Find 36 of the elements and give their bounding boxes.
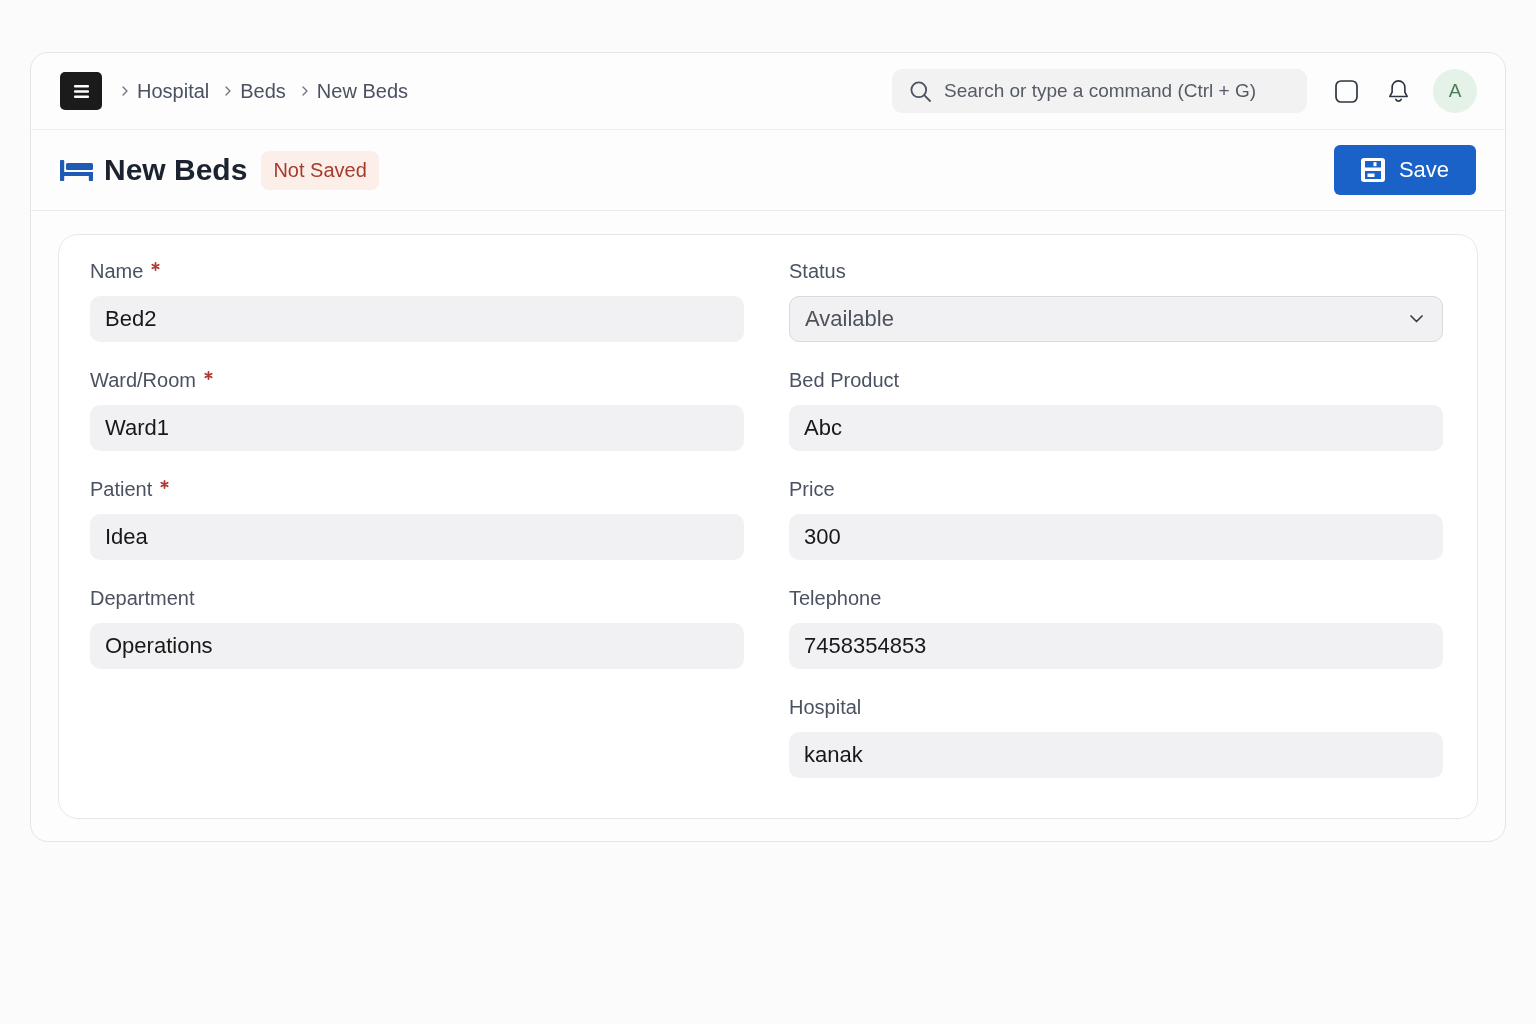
text-field[interactable]: Abc (789, 405, 1443, 451)
chevron-right-icon (225, 86, 232, 96)
dropdown-field[interactable]: Available (789, 296, 1443, 342)
menu-icon (73, 84, 89, 98)
field-label: Bed Product (789, 368, 900, 392)
text-field[interactable]: Operations (90, 623, 744, 669)
text-field[interactable]: 300 (789, 514, 1443, 560)
search-icon (910, 80, 931, 102)
breadcrumb-link[interactable]: Hospital (137, 79, 210, 103)
breadcrumb-link[interactable]: Beds (240, 79, 286, 103)
field-label: Ward/Room (90, 368, 196, 392)
save-button[interactable]: Save (1334, 145, 1476, 195)
field-label: Department (90, 586, 195, 610)
field-label: Patient (90, 477, 153, 501)
field-label: Hospital (789, 695, 862, 719)
chevron-right-icon (122, 86, 128, 96)
field-label: Price (789, 477, 835, 501)
text-field[interactable]: Bed2 (90, 296, 744, 342)
bed-icon (60, 159, 93, 181)
text-field[interactable]: 7458354853 (789, 623, 1443, 669)
menu-button[interactable] (60, 72, 102, 110)
search-field[interactable]: Search or type a command (Ctrl + G) (892, 69, 1307, 113)
breadcrumb-link[interactable]: New Beds (316, 79, 408, 103)
field-label: Telephone (789, 586, 882, 610)
text-field[interactable]: kanak (789, 732, 1443, 778)
chevron-down-icon (1410, 315, 1423, 323)
chevron-right-icon (301, 86, 308, 96)
text-field[interactable]: Ward1 (90, 405, 744, 451)
status-badge: Not Saved (261, 150, 379, 190)
field-label: Status (789, 259, 846, 283)
text-field[interactable]: Idea (90, 514, 744, 560)
field-label: Name (90, 259, 144, 283)
square-icon[interactable] (1335, 79, 1358, 103)
avatar[interactable]: A (1433, 69, 1477, 113)
page-title: New Beds (104, 153, 248, 187)
notification-bell-icon[interactable] (1389, 80, 1408, 102)
